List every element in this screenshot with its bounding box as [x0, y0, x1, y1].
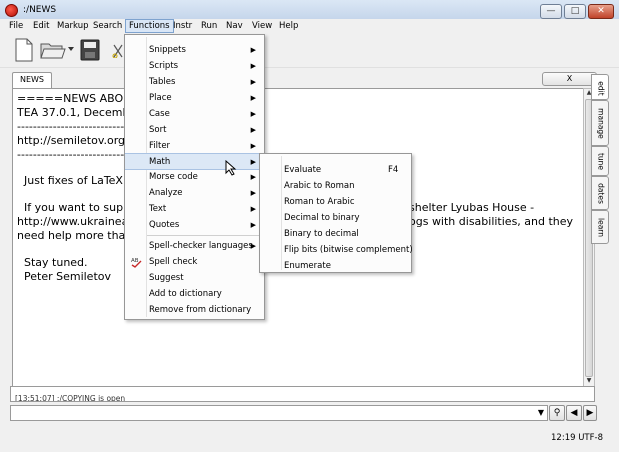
menu-item-flip-bits[interactable]: Flip bits (bitwise complement) — [260, 242, 413, 258]
menu-item-add-to-dictionary[interactable]: Add to dictionary — [125, 286, 264, 302]
menu-nav[interactable]: Nav — [223, 20, 246, 32]
menu-item-roman-to-arabic[interactable]: Roman to Arabic — [260, 194, 411, 210]
status-text: 12:19 UTF-8 — [551, 433, 603, 443]
menu-run[interactable]: Run — [198, 20, 220, 32]
menu-item-spell-check[interactable]: AB Spell check — [125, 254, 264, 270]
chevron-down-icon[interactable]: ▼ — [538, 408, 544, 417]
side-tab-learn[interactable]: learn — [591, 210, 609, 244]
menu-item-filter[interactable]: Filter ▶ — [125, 138, 264, 154]
menu-item-sort[interactable]: Sort ▶ — [125, 122, 264, 138]
menu-item-scripts[interactable]: Scripts ▶ — [125, 58, 264, 74]
menu-markup[interactable]: Markup — [54, 20, 91, 32]
menu-item-remove-from-dictionary[interactable]: Remove from dictionary — [125, 302, 264, 318]
menu-item-suggest[interactable]: Suggest — [125, 270, 264, 286]
close-button[interactable]: ✕ — [588, 4, 614, 19]
menu-item-math[interactable]: Math ▶ — [125, 153, 264, 170]
menu-view[interactable]: View — [249, 20, 275, 32]
document-tab-bar: NEWS X — [10, 70, 597, 90]
open-folder-icon[interactable] — [40, 40, 66, 60]
scroll-down-icon[interactable]: ▼ — [585, 377, 593, 385]
editor-line: =====NEWS ABOU — [17, 92, 132, 105]
menu-instr[interactable]: Instr — [170, 20, 195, 32]
editor-line: If you want to supp — [17, 201, 131, 214]
editor-line: ------------------------------ — [17, 148, 137, 161]
menu-item-binary-to-decimal[interactable]: Binary to decimal — [260, 226, 411, 242]
editor-line-fragment: ogs with disabilities, and they — [409, 215, 574, 228]
menu-item-place[interactable]: Place ▶ — [125, 90, 264, 106]
status-bar: 12:19 UTF-8 — [0, 428, 619, 452]
menu-edit[interactable]: Edit — [30, 20, 52, 32]
menu-functions[interactable]: Functions — [125, 19, 174, 33]
side-tab-edit[interactable]: edit — [591, 74, 609, 100]
menu-bar: File Edit Markup Search Functions Instr … — [0, 19, 619, 33]
save-icon[interactable] — [80, 39, 100, 61]
editor-line: http://www.ukrainea — [17, 215, 129, 228]
fif-input[interactable]: ▼ — [10, 405, 548, 421]
side-tab-manage[interactable]: manage — [591, 100, 609, 146]
find-icon[interactable]: ⚲ — [549, 405, 565, 421]
menu-file[interactable]: File — [6, 20, 26, 32]
minimize-button[interactable]: — — [540, 4, 562, 19]
menu-item-snippets[interactable]: Snippets ▶ — [125, 42, 264, 58]
close-tab-button[interactable]: X — [542, 72, 597, 86]
svg-text:AB: AB — [131, 258, 139, 264]
log-panel: [13:51:07] :/COPYING is open — [10, 386, 595, 402]
menu-item-quotes[interactable]: Quotes ▶ — [125, 217, 264, 233]
menu-item-text[interactable]: Text ▶ — [125, 201, 264, 217]
functions-menu: Snippets ▶ Scripts ▶ Tables ▶ Place ▶ Case ▶ … — [124, 34, 265, 320]
log-text: [13:51:07] :/COPYING is open — [15, 394, 126, 402]
new-file-icon[interactable] — [14, 38, 34, 62]
menu-item-decimal-to-binary[interactable]: Decimal to binary — [260, 210, 411, 226]
find-next-icon[interactable]: ▶ — [583, 405, 597, 421]
dropdown-arrow-icon[interactable] — [68, 47, 74, 52]
menu-item-tables[interactable]: Tables ▶ — [125, 74, 264, 90]
scissors-icon[interactable] — [112, 44, 124, 58]
editor-line: Stay tuned. — [17, 256, 88, 269]
maximize-button[interactable]: □ — [564, 4, 586, 19]
editor-line: Peter Semiletov — [17, 270, 111, 283]
side-tabs: edit manage tune dates learn — [591, 74, 609, 254]
mouse-cursor-icon — [225, 160, 237, 176]
side-tab-tune[interactable]: tune — [591, 146, 609, 176]
menu-item-arabic-to-roman[interactable]: Arabic to Roman — [260, 178, 411, 194]
editor-line-fragment: shelter Lyubas House - — [409, 201, 535, 214]
app-icon — [5, 4, 18, 17]
editor-line: http://semiletov.org/t — [17, 134, 134, 147]
menu-help[interactable]: Help — [276, 20, 301, 32]
menu-item-case[interactable]: Case ▶ — [125, 106, 264, 122]
toolbar — [0, 34, 619, 68]
editor-line: TEA 37.0.1, December — [17, 106, 141, 119]
editor-line: Just fixes of LaTeX — [17, 174, 123, 187]
menu-item-spell-checker-languages[interactable]: Spell-checker languages ▶ — [125, 238, 264, 254]
menu-search[interactable]: Search — [90, 20, 125, 32]
find-previous-icon[interactable]: ◀ — [566, 405, 582, 421]
menu-item-morse-code[interactable]: Morse code ▶ — [125, 169, 264, 185]
editor-line: need help more than — [17, 229, 133, 242]
side-tab-dates[interactable]: dates — [591, 176, 609, 210]
menu-item-evaluate[interactable]: Evaluate F4 — [260, 162, 411, 178]
tab-news[interactable]: NEWS — [12, 72, 52, 88]
menu-item-enumerate[interactable]: Enumerate — [260, 258, 411, 274]
editor-line: ----------------------------- — [17, 120, 133, 133]
spell-check-icon: AB — [131, 258, 142, 268]
menu-item-analyze[interactable]: Analyze ▶ — [125, 185, 264, 201]
math-submenu: Evaluate F4 Arabic to Roman Roman to Arab… — [259, 153, 413, 274]
window-title: :/NEWS — [23, 5, 57, 15]
